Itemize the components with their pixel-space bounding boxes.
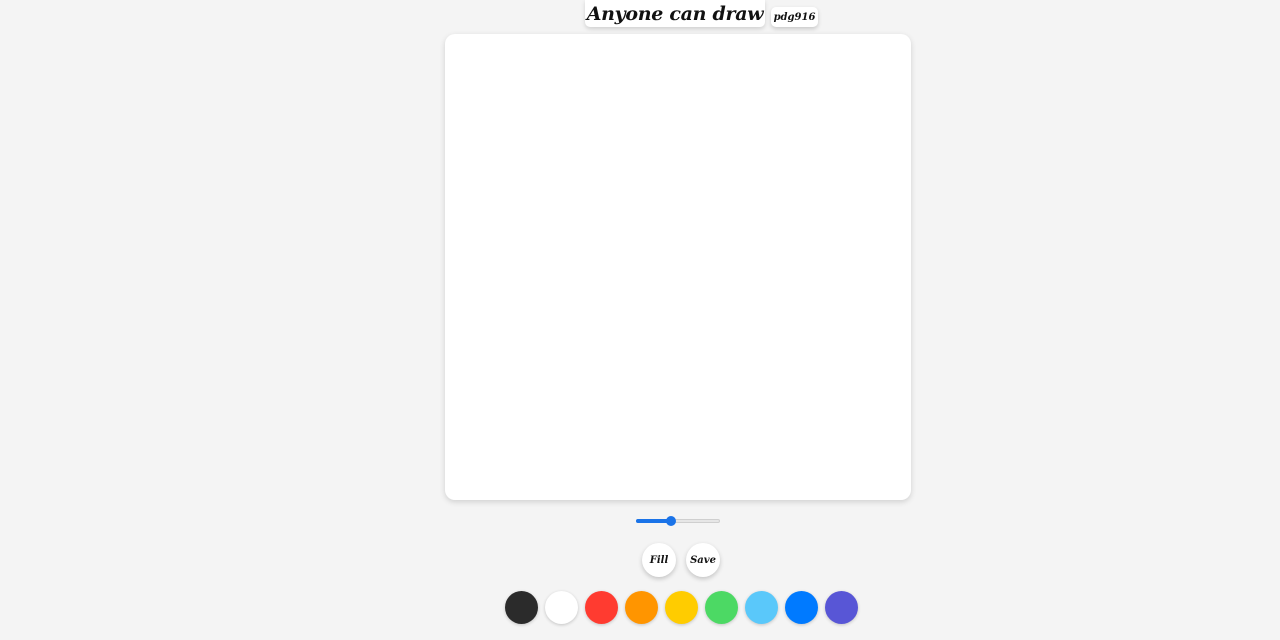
app-title: Anyone can draw xyxy=(586,2,764,25)
save-button[interactable]: Save xyxy=(686,543,720,577)
swatch-purple[interactable] xyxy=(825,591,858,624)
swatch-red[interactable] xyxy=(585,591,618,624)
slider-thumb[interactable] xyxy=(666,516,676,526)
swatch-yellow[interactable] xyxy=(665,591,698,624)
header: Anyone can draw pdg916 xyxy=(0,0,1280,30)
drawing-canvas[interactable] xyxy=(445,34,911,500)
swatch-blue[interactable] xyxy=(785,591,818,624)
swatch-orange[interactable] xyxy=(625,591,658,624)
swatch-green[interactable] xyxy=(705,591,738,624)
fill-button[interactable]: Fill xyxy=(642,543,676,577)
user-badge: pdg916 xyxy=(771,7,818,27)
app-title-box: Anyone can draw xyxy=(585,0,765,27)
swatch-black[interactable] xyxy=(505,591,538,624)
swatch-light-blue[interactable] xyxy=(745,591,778,624)
swatch-white[interactable] xyxy=(545,591,578,624)
brush-size-slider[interactable] xyxy=(636,514,720,528)
username: pdg916 xyxy=(773,11,816,23)
